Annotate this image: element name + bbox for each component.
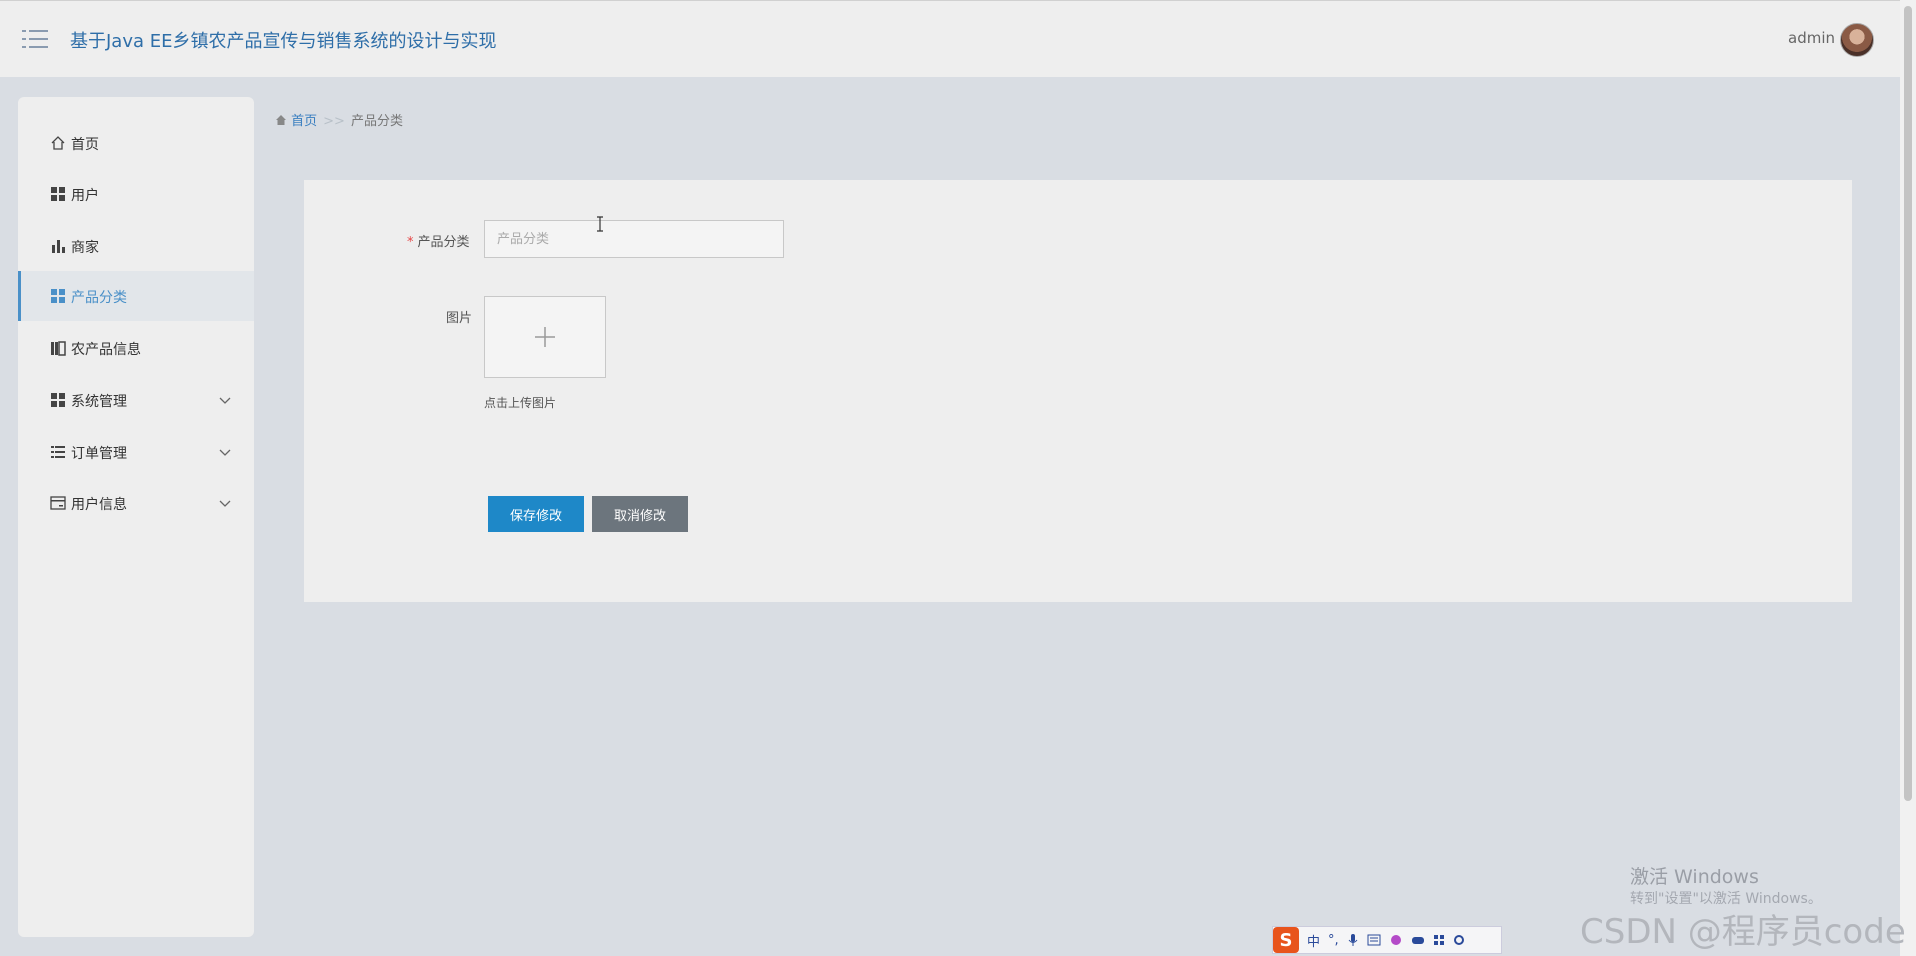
chevron-down-icon (219, 449, 231, 456)
grid-icon (51, 393, 65, 407)
sidebar-item-label: 商家 (71, 240, 99, 256)
toolbox-icon[interactable] (1433, 934, 1445, 946)
home-icon (51, 136, 65, 150)
cancel-button[interactable]: 取消修改 (592, 496, 688, 532)
keyboard-icon[interactable] (1367, 934, 1381, 946)
category-label: * 产品分类 (407, 235, 470, 250)
sidebar-item-label: 用户 (71, 188, 99, 204)
breadcrumb-separator: >> (323, 114, 345, 129)
app-title: 基于Java EE乡镇农产品宣传与销售系统的设计与实现 (70, 31, 497, 52)
card-icon (50, 496, 66, 510)
chevron-down-icon (219, 500, 231, 507)
plus-icon (535, 327, 555, 347)
home-icon (276, 115, 286, 125)
upload-hint: 点击上传图片 (484, 396, 557, 410)
sidebar-item-home[interactable]: 首页 (18, 118, 254, 168)
sidebar-item-orders[interactable]: 订单管理 (18, 427, 254, 477)
avatar[interactable] (1840, 23, 1874, 57)
ime-mode-toggle[interactable]: 中 (1307, 931, 1320, 950)
image-upload-box[interactable] (484, 296, 606, 378)
breadcrumb-home[interactable]: 首页 (291, 114, 317, 129)
form-panel: *产品分类 图片 点击上传图片 保存修改 取消修改 (304, 180, 1852, 602)
required-mark: * (407, 235, 414, 250)
settings-icon[interactable] (1453, 934, 1465, 946)
sidebar-item-system[interactable]: 系统管理 (18, 375, 254, 425)
menu-toggle-icon[interactable] (22, 28, 48, 50)
book-icon (51, 341, 66, 356)
sidebar-item-label: 首页 (71, 137, 99, 153)
sidebar-item-product-info[interactable]: 农产品信息 (18, 323, 254, 373)
ime-punctuation-toggle[interactable]: °, (1328, 933, 1339, 948)
top-bar: 基于Java EE乡镇农产品宣传与销售系统的设计与实现 admin (0, 0, 1900, 77)
sidebar-item-label: 用户信息 (71, 497, 127, 513)
sidebar-item-users[interactable]: 用户 (18, 169, 254, 219)
category-input[interactable] (484, 220, 784, 258)
sidebar-item-user-info[interactable]: 用户信息 (18, 478, 254, 528)
csdn-watermark: CSDN @程序员code (1580, 912, 1906, 952)
page-scrollbar[interactable] (1900, 0, 1916, 956)
sidebar: 首页 用户 商家 产品分类 农产品信息 系统管理 订单管理 用户信息 (18, 97, 254, 937)
user-name[interactable]: admin (1788, 29, 1835, 47)
sogou-logo-icon[interactable]: S (1273, 927, 1299, 953)
microphone-icon[interactable] (1347, 933, 1359, 947)
list-icon (51, 446, 65, 458)
sidebar-item-product-category[interactable]: 产品分类 (18, 271, 254, 321)
sidebar-item-merchants[interactable]: 商家 (18, 221, 254, 271)
ime-toolbar: S 中 °, (1272, 926, 1502, 954)
grid-icon (51, 289, 65, 303)
breadcrumb-current: 产品分类 (350, 114, 403, 129)
save-button[interactable]: 保存修改 (488, 496, 584, 532)
text-cursor-icon (597, 216, 603, 232)
gamepad-icon[interactable] (1411, 934, 1425, 946)
breadcrumb: 首页 >> 产品分类 (275, 110, 403, 129)
grid-icon (51, 187, 65, 201)
sidebar-item-label: 订单管理 (71, 446, 127, 462)
skin-icon[interactable] (1389, 933, 1403, 947)
image-label: 图片 (446, 311, 473, 326)
chevron-down-icon (219, 397, 231, 404)
sidebar-item-label: 产品分类 (71, 290, 127, 306)
windows-activation-title: 激活 Windows (1630, 866, 1759, 888)
bar-chart-icon (52, 240, 65, 253)
sidebar-item-label: 系统管理 (71, 394, 127, 410)
scrollbar-thumb[interactable] (1904, 6, 1912, 801)
sidebar-item-label: 农产品信息 (71, 342, 141, 358)
